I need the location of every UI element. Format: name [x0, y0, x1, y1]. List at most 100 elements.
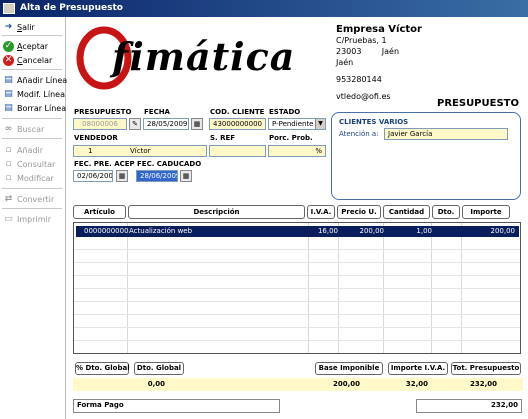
window-icon — [3, 3, 15, 14]
divider — [2, 138, 62, 139]
sidebar-item-anadir-linea[interactable]: ▤ Añadir Línea — [3, 74, 67, 86]
sidebar-item-modif-linea[interactable]: ▤ Modif. Línea — [3, 88, 65, 100]
sidebar-item-label: Borrar Línea — [17, 103, 67, 113]
cancel-icon: ✕ — [3, 54, 14, 66]
sidebar: ➜ Salir ✓ Aceptar ✕ Cancelar ▤ Añadir Lí… — [0, 17, 67, 419]
company-zip-city: 23003 Jaén — [336, 47, 400, 56]
col-importe[interactable]: Importe — [462, 205, 510, 219]
cell-cantidad: 1,00 — [416, 227, 432, 235]
vendedor-name: Víctor — [130, 147, 151, 155]
fecha-label: FECHA — [144, 108, 170, 116]
cell-precio: 200,00 — [359, 227, 385, 235]
grid-divider — [74, 288, 520, 289]
calendar-icon[interactable]: ▦ — [191, 118, 203, 130]
calendar-icon[interactable]: ▦ — [116, 170, 128, 182]
presupuesto-field[interactable]: 08000006 — [73, 118, 127, 130]
cell-articulo: 0000000000 — [84, 227, 129, 235]
chevron-down-icon[interactable]: ▼ — [315, 119, 325, 129]
company-logo: fimática — [76, 24, 294, 94]
sidebar-item-cancelar[interactable]: ✕ Cancelar — [3, 54, 52, 66]
base-imponible-value: 200,00 — [332, 380, 360, 388]
estado-label: ESTADO — [269, 108, 301, 116]
grid-divider — [74, 314, 520, 315]
sidebar-item-label: Consultar — [17, 159, 56, 169]
sref-field[interactable] — [209, 145, 266, 157]
company-info: Empresa Víctor C/Pruebas, 1 23003 Jaén J… — [336, 24, 422, 102]
cell-importe: 200,00 — [490, 227, 516, 235]
forma-pago-label: Forma Pago — [77, 401, 124, 409]
sidebar-item-borrar-linea[interactable]: ▤ Borrar Línea — [3, 102, 66, 114]
check-icon: ✓ — [3, 40, 14, 52]
vendedor-label: VENDEDOR — [74, 134, 118, 142]
grid-divider — [74, 262, 520, 263]
cell-descripcion: Actualización web — [129, 227, 193, 235]
estado-value: P-Pendiente — [272, 120, 314, 128]
tot-presupuesto-value: 232,00 — [469, 380, 497, 388]
fec-caducado-field[interactable]: 28/06/2009 — [136, 170, 178, 182]
col-descripcion[interactable]: Descripción — [128, 205, 305, 219]
divider — [2, 208, 62, 209]
col-iva[interactable]: I.V.A. — [307, 205, 335, 219]
fec-caducado-label: FEC. CADUCADO — [137, 160, 202, 168]
delete-line-icon: ▤ — [4, 103, 13, 113]
company-province: Jaén — [336, 58, 354, 67]
sidebar-item-label: Modif. Línea — [17, 89, 65, 99]
grand-total-field: 232,00 — [416, 399, 522, 413]
company-name: Empresa Víctor — [336, 24, 422, 35]
col-articulo[interactable]: Artículo — [73, 205, 126, 219]
grid-divider — [74, 275, 520, 276]
client-box: CLIENTES VARIOS Atención a: Javier Garcí… — [331, 112, 521, 200]
porc-prob-field[interactable]: % — [268, 145, 326, 157]
col-precio[interactable]: Precio U. — [337, 205, 381, 219]
table-row[interactable]: 0000000000 Actualización web 16,00 200,0… — [76, 226, 519, 237]
forma-pago-field[interactable]: Forma Pago — [73, 399, 280, 413]
sidebar-item-label: Modificar — [17, 173, 54, 183]
fecha-field[interactable]: 28/05/2009 — [143, 118, 189, 130]
dto-global-value: 0,00 — [147, 380, 165, 388]
binoculars-icon: ∞ — [4, 124, 13, 134]
sidebar-item-consultar[interactable]: ▫ Consultar — [3, 158, 55, 170]
cod-cliente-label: COD. CLIENTE — [210, 108, 265, 116]
sidebar-item-imprimir[interactable]: ▭ Imprimir — [3, 213, 51, 225]
sidebar-item-label: Imprimir — [17, 214, 52, 224]
lines-grid[interactable]: 0000000000 Actualización web 16,00 200,0… — [73, 222, 521, 354]
cod-cliente-field[interactable]: 43000000000 — [209, 118, 266, 130]
vendedor-field[interactable]: 1 Víctor — [73, 145, 207, 157]
company-email: vtledo@ofi.es — [336, 92, 391, 101]
edit-number-icon[interactable]: ✎ — [129, 118, 141, 130]
importe-iva-header: Importe I.V.A. — [388, 362, 448, 375]
sidebar-item-buscar[interactable]: ∞ Buscar — [3, 123, 45, 135]
divider — [2, 69, 62, 70]
add-icon: ▫ — [5, 145, 12, 155]
calendar-icon[interactable]: ▦ — [180, 170, 192, 182]
fec-pre-acep-field[interactable]: 02/06/2009 — [73, 170, 113, 182]
dto-global-header: Dto. Global — [134, 362, 184, 375]
company-phone: 953280144 — [336, 75, 382, 84]
cell-iva: 16,00 — [317, 227, 338, 235]
sidebar-item-label: Convertir — [17, 194, 55, 204]
printer-icon: ▭ — [4, 214, 13, 224]
atencion-field[interactable]: Javier García — [384, 128, 508, 140]
fec-pre-acep-label: FEC. PRE. ACEP — [74, 160, 135, 168]
divider — [2, 188, 62, 189]
porc-prob-label: Porc. Prob. — [269, 134, 313, 142]
sidebar-item-convertir[interactable]: ⇄ Convertir — [3, 193, 54, 205]
grid-divider — [74, 340, 520, 341]
company-street: C/Pruebas, 1 — [336, 36, 387, 45]
add-line-icon: ▤ — [4, 75, 13, 85]
exit-icon: ➜ — [4, 22, 13, 32]
grid-divider — [74, 327, 520, 328]
sidebar-item-salir[interactable]: ➜ Salir — [3, 21, 35, 33]
col-dto[interactable]: Dto. — [432, 205, 460, 219]
divider — [2, 35, 62, 36]
window-title: Alta de Presupuesto — [20, 3, 123, 13]
sidebar-item-modificar[interactable]: ▫ Modificar — [3, 172, 54, 184]
grid-divider — [74, 249, 520, 250]
sidebar-item-aceptar[interactable]: ✓ Aceptar — [3, 40, 48, 52]
col-cantidad[interactable]: Cantidad — [383, 205, 430, 219]
sidebar-item-label: Cancelar — [17, 55, 53, 65]
sidebar-item-anadir[interactable]: ▫ Añadir — [3, 144, 43, 156]
estado-select[interactable]: P-Pendiente ▼ — [268, 118, 326, 130]
document-title: PRESUPUESTO — [437, 98, 519, 109]
base-imponible-header: Base Imponible — [315, 362, 383, 375]
